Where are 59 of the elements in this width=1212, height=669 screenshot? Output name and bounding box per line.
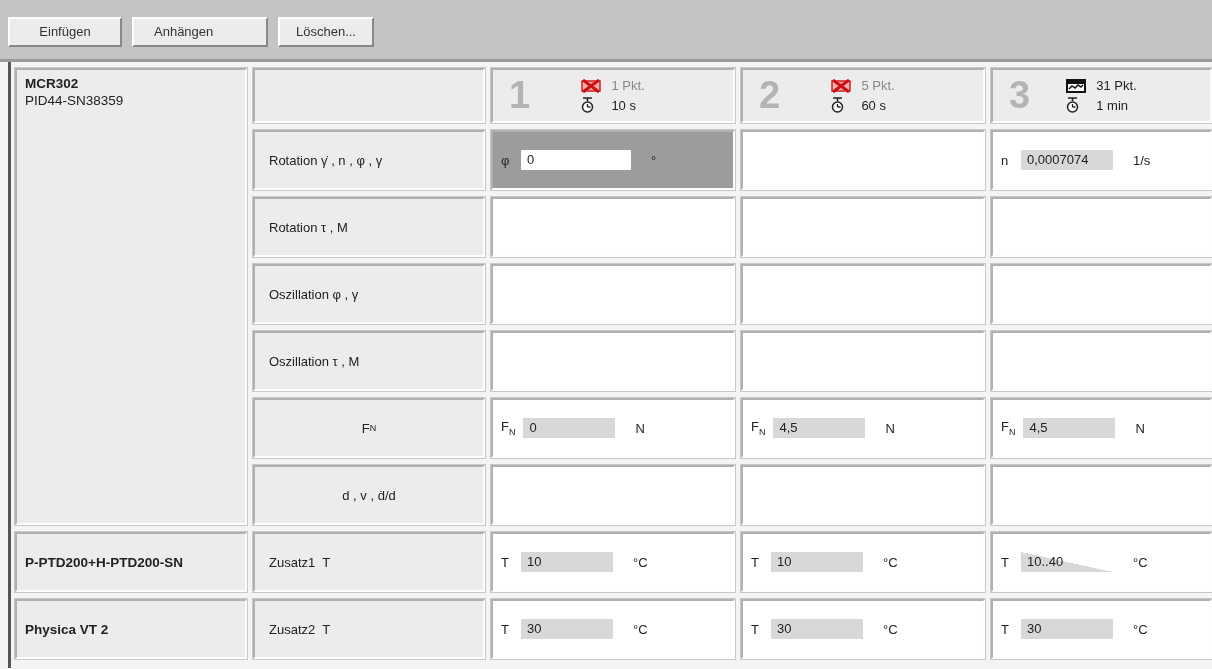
symbol-label: T <box>501 621 510 637</box>
value-field[interactable]: 30 <box>521 619 613 639</box>
interval-duration: 60 s <box>861 97 887 113</box>
unit-label: N <box>885 420 895 436</box>
value-field[interactable]: 4,5 <box>1023 418 1116 438</box>
symbol-label: T <box>1001 621 1010 637</box>
toolbar-button[interactable]: Einfügen <box>8 16 122 47</box>
parameter-label: Zusatz1 T <box>253 532 485 592</box>
symbol-label: F$_{N}$ <box>1001 419 1016 437</box>
symbol-label: F$_{N}$ <box>751 419 766 437</box>
parameter-label: Oszillation τ , M <box>253 331 485 391</box>
parameter-label: Rotation γ̇ , n , φ , γ <box>253 130 485 190</box>
value-field[interactable]: 0 <box>521 150 631 170</box>
value-field[interactable]: 0,0007074 <box>1021 150 1113 170</box>
toolbar-button[interactable]: Löschen... <box>278 16 374 47</box>
device-name: MCR302 <box>25 76 80 91</box>
symbol-label: F$_{N}$ <box>501 419 516 437</box>
value-field[interactable]: 4,5 <box>773 418 866 438</box>
device-name: Physica VT 2 <box>25 621 110 637</box>
symbol-label: n <box>1001 152 1010 168</box>
stopwatch-icon <box>831 97 845 113</box>
points-count: 1 Pkt. <box>611 78 645 93</box>
value-field[interactable]: 0 <box>523 418 616 438</box>
device-name: P-PTD200+H-PTD200-SN <box>25 554 184 570</box>
symbol-label: T <box>751 554 760 570</box>
unit-label: ° <box>651 152 657 168</box>
interval-number: 3 <box>1009 74 1031 117</box>
symbol-label: T <box>751 621 760 637</box>
symbol-label: T <box>501 554 510 570</box>
value-field[interactable]: 10 <box>521 552 613 572</box>
toolbar-button[interactable]: Anhängen <box>132 16 268 47</box>
stopwatch-icon <box>581 97 595 113</box>
interval-duration: 1 min <box>1096 97 1130 113</box>
interval-number: 2 <box>759 74 781 117</box>
unit-label: N <box>1135 420 1145 436</box>
symbol-label: φ <box>501 152 511 168</box>
parameter-label: Rotation τ , M <box>253 197 485 257</box>
value-field[interactable]: 10 <box>771 552 863 572</box>
unit-label: °C <box>633 621 648 637</box>
interval-number: 1 <box>509 74 531 117</box>
unit-label: °C <box>1133 621 1148 637</box>
device-serial: PID44-SN38359 <box>25 93 125 108</box>
unit-label: °C <box>1133 554 1148 570</box>
parameter-label: Oszillation φ , γ <box>253 264 485 324</box>
value-field[interactable]: 30 <box>771 619 863 639</box>
unit-label: N <box>635 420 645 436</box>
value-field[interactable]: 30 <box>1021 619 1113 639</box>
unit-label: °C <box>883 554 898 570</box>
value-field[interactable]: 10..40 <box>1021 552 1113 572</box>
stopwatch-icon <box>1066 97 1080 113</box>
points-count: 5 Pkt. <box>861 78 895 93</box>
symbol-label: T <box>1001 554 1010 570</box>
points-count: 31 Pkt. <box>1096 78 1137 93</box>
interval-duration: 10 s <box>611 97 637 113</box>
unit-label: °C <box>633 554 648 570</box>
parameter-label: Zusatz2 T <box>253 599 485 659</box>
unit-label: °C <box>883 621 898 637</box>
parameter-label: d , v , ḋ/d <box>253 465 485 525</box>
unit-label: 1/s <box>1133 152 1151 168</box>
